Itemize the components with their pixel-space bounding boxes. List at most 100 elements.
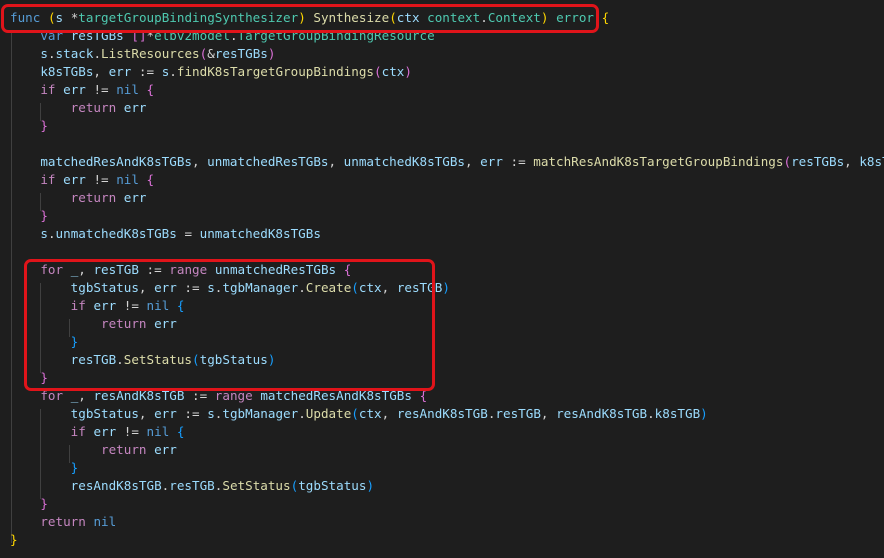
code-line[interactable]: } xyxy=(10,459,79,477)
code-token: != xyxy=(85,172,117,187)
code-token: return xyxy=(40,514,86,529)
code-token: := xyxy=(131,64,162,79)
code-token: , xyxy=(381,406,397,421)
code-token: if xyxy=(40,82,56,97)
code-token: err xyxy=(480,154,503,169)
code-editor[interactable]: func (s *targetGroupBindingSynthesizer) … xyxy=(0,0,884,558)
code-token: tgbStatus xyxy=(70,406,139,421)
code-token: ) xyxy=(442,280,450,295)
code-token: ) xyxy=(700,406,708,421)
code-token: matchResAndK8sTargetGroupBindings xyxy=(533,154,784,169)
code-line[interactable]: return err xyxy=(10,441,177,459)
code-token: = xyxy=(176,226,200,241)
code-token: ( xyxy=(351,406,359,421)
code-token: tgbManager xyxy=(222,406,299,421)
code-token: , xyxy=(328,154,344,169)
code-token: SetStatus xyxy=(222,478,291,493)
code-token: if xyxy=(40,172,56,187)
code-line[interactable]: return err xyxy=(10,189,147,207)
code-line[interactable]: } xyxy=(10,207,48,225)
code-token: ctx xyxy=(358,406,382,421)
code-token: resAndK8sTGB xyxy=(70,478,162,493)
code-token: resTGBs xyxy=(214,46,268,61)
code-token: s xyxy=(207,406,215,421)
code-token: resTGB xyxy=(495,406,541,421)
code-token: { xyxy=(176,424,185,439)
code-token: , xyxy=(192,154,208,169)
code-token: return xyxy=(70,100,117,115)
code-token: } xyxy=(10,532,18,547)
code-token: nil xyxy=(93,514,117,529)
code-token: nil xyxy=(146,424,170,439)
code-token: { xyxy=(146,82,155,97)
code-token: ) xyxy=(267,46,276,61)
code-token: := xyxy=(176,406,208,421)
code-token: . xyxy=(47,46,56,61)
code-token: . xyxy=(47,226,56,241)
code-line[interactable]: tgbStatus, err := s.tgbManager.Update(ct… xyxy=(10,405,708,423)
code-token: s xyxy=(40,226,48,241)
code-token: err xyxy=(154,442,177,457)
code-token: findK8sTargetGroupBindings xyxy=(176,64,375,79)
code-line[interactable]: s.unmatchedK8sTGBs = unmatchedK8sTGBs xyxy=(10,225,321,243)
code-token: tgbStatus xyxy=(298,478,367,493)
code-line[interactable]: return err xyxy=(10,99,147,117)
code-token: ( xyxy=(783,154,792,169)
code-token: nil xyxy=(116,172,139,187)
code-token: , xyxy=(844,154,860,169)
code-line[interactable]: } xyxy=(10,531,18,549)
code-line[interactable]: matchedResAndK8sTGBs, unmatchedResTGBs, … xyxy=(10,153,884,171)
code-token: err xyxy=(123,190,147,205)
code-token: resTGB xyxy=(169,478,215,493)
code-line[interactable]: if err != nil { xyxy=(10,171,154,189)
code-token: } xyxy=(40,208,48,223)
code-token: { xyxy=(601,10,610,25)
code-token: := xyxy=(502,154,534,169)
code-line[interactable]: } xyxy=(10,495,48,513)
code-token: unmatchedK8sTGBs xyxy=(55,226,177,241)
code-line[interactable]: if err != nil { xyxy=(10,423,185,441)
code-token: err xyxy=(93,424,117,439)
code-token: . xyxy=(169,64,177,79)
code-line[interactable]: k8sTGBs, err := s.findK8sTargetGroupBind… xyxy=(10,63,412,81)
code-token: matchedResAndK8sTGBs xyxy=(40,154,192,169)
code-token: ) xyxy=(404,64,412,79)
code-line[interactable]: s.stack.ListResources(&resTGBs) xyxy=(10,45,275,63)
code-token: unmatchedResTGBs xyxy=(207,154,329,169)
code-token: ) xyxy=(366,478,375,493)
code-token: err xyxy=(108,64,132,79)
code-line[interactable]: if err != nil { xyxy=(10,81,154,99)
code-token: ctx xyxy=(381,64,405,79)
code-token: { xyxy=(146,172,155,187)
code-line[interactable]: } xyxy=(10,117,48,135)
code-token: unmatchedK8sTGBs xyxy=(199,226,321,241)
code-token: unmatchedK8sTGBs xyxy=(343,154,465,169)
code-token: resTGBs xyxy=(791,154,845,169)
code-line[interactable]: resAndK8sTGB.resTGB.SetStatus(tgbStatus) xyxy=(10,477,374,495)
code-token: . xyxy=(298,406,306,421)
code-token: resAndK8sTGB xyxy=(396,406,488,421)
code-line[interactable]: return nil xyxy=(10,513,116,531)
code-token: ListResources xyxy=(101,46,200,61)
code-token: } xyxy=(40,496,48,511)
code-token: . xyxy=(93,46,102,61)
code-token: ( xyxy=(374,64,382,79)
